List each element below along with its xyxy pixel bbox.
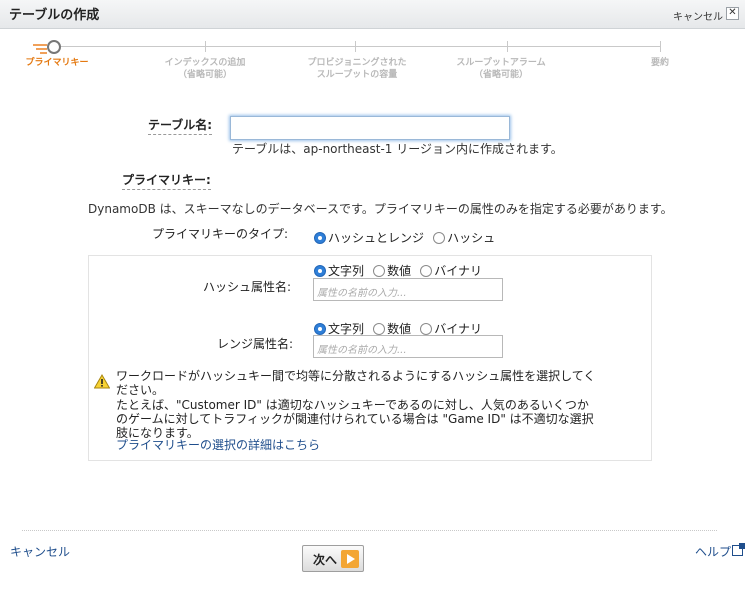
- radio-label: 数値: [387, 322, 412, 336]
- hash-type-group: 文字列 数値 バイナリ: [314, 260, 486, 279]
- arrow-right-icon: [341, 550, 359, 568]
- wizard-step-indexes: インデックスの追加 （省略可能）: [164, 58, 246, 80]
- wizard-tick: [660, 41, 661, 52]
- hash-attr-input[interactable]: 属性の名前の入力...: [313, 278, 503, 301]
- warning-line: たとえば、"Customer ID" は適切なハッシュキーであるのに対し、人気の…: [116, 398, 589, 412]
- footer-divider: [22, 530, 717, 531]
- table-name-input[interactable]: [230, 116, 510, 140]
- range-attr-label: レンジ属性名:: [217, 337, 294, 351]
- radio-hash[interactable]: [433, 232, 446, 244]
- table-name-label: テーブル名:: [148, 116, 213, 135]
- motion-line: [33, 44, 47, 46]
- radio-label: バイナリ: [434, 322, 482, 336]
- wizard-current-step-marker: [47, 40, 61, 54]
- radio-label: ハッシュ: [447, 231, 496, 245]
- radio-label: バイナリ: [434, 264, 482, 278]
- warning-line: ワークロードがハッシュキー間で均等に分散されるようにするハッシュ属性を選択してく: [116, 369, 596, 383]
- wizard-step-provisioned-throughput: プロビジョニングされた スループットの容量: [307, 58, 407, 80]
- cancel-top-link[interactable]: キャンセル: [673, 8, 723, 23]
- wizard-step-throughput-alarms: スループットアラーム （省略可能）: [456, 58, 546, 80]
- warning-line: ださい。: [116, 383, 165, 397]
- dialog-title: テーブルの作成: [9, 8, 100, 23]
- motion-line: [36, 48, 47, 50]
- cancel-button[interactable]: キャンセル: [10, 543, 70, 560]
- wizard-step-primary-key: プライマリキー: [25, 58, 89, 68]
- radio-hash-string[interactable]: [314, 265, 326, 277]
- wizard-track: [58, 46, 661, 47]
- schema-note: DynamoDB は、スキーマなしのデータベースです。プライマリキーの属性のみを…: [88, 202, 673, 216]
- radio-range-string[interactable]: [314, 323, 326, 335]
- radio-range-number[interactable]: [373, 323, 386, 335]
- next-button[interactable]: 次へ: [302, 545, 364, 572]
- radio-label: 数値: [387, 264, 412, 278]
- primary-key-details-link[interactable]: プライマリキーの選択の詳細はこちら: [116, 438, 320, 452]
- hash-attr-label: ハッシュ属性名:: [203, 280, 292, 294]
- wizard-tick: [205, 41, 206, 52]
- radio-range-binary[interactable]: [420, 323, 433, 335]
- radio-hash-binary[interactable]: [420, 265, 433, 277]
- primary-key-type-label: プライマリキーのタイプ:: [152, 227, 289, 241]
- wizard-step-summary: 要約: [650, 58, 670, 68]
- dialog-titlebar: テーブルの作成 キャンセル ✕: [0, 0, 745, 29]
- table-name-hint: テーブルは、ap-northeast-1 リージョン内に作成されます。: [232, 142, 563, 156]
- wizard-tick: [355, 41, 356, 52]
- warning-line: のゲームに対してトラフィックが関連付けられている場合は "Game ID" は不…: [116, 412, 594, 426]
- radio-hash-number[interactable]: [373, 265, 386, 277]
- radio-hash-and-range[interactable]: [314, 232, 326, 244]
- radio-label: ハッシュとレンジ: [328, 231, 425, 245]
- motion-line: [40, 52, 47, 54]
- range-attr-input[interactable]: 属性の名前の入力...: [313, 335, 503, 358]
- external-link-icon[interactable]: [732, 543, 745, 556]
- close-icon[interactable]: ✕: [726, 7, 739, 20]
- radio-label: 文字列: [328, 264, 365, 278]
- warning-icon: [94, 374, 110, 389]
- wizard-tick: [507, 41, 508, 52]
- help-link[interactable]: ヘルプ: [695, 543, 731, 560]
- primary-key-type-group: ハッシュとレンジ ハッシュ: [314, 227, 499, 246]
- radio-label: 文字列: [328, 322, 365, 336]
- primary-key-label: プライマリキー:: [122, 171, 211, 190]
- next-button-label: 次へ: [313, 553, 338, 567]
